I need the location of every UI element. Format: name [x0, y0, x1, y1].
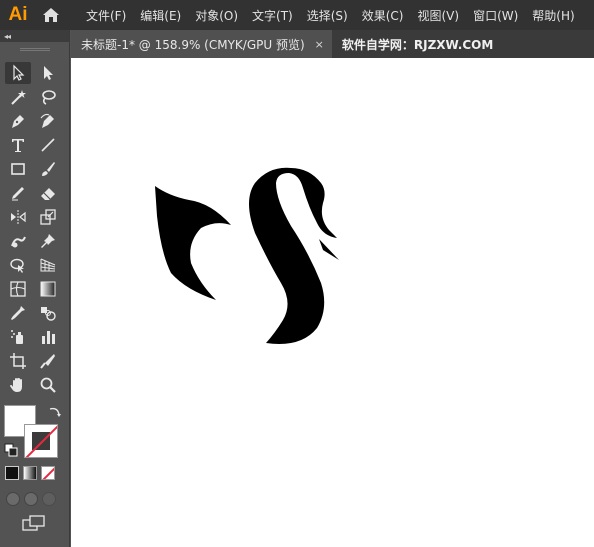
none-mode-button[interactable] — [41, 466, 55, 480]
color-mode-button[interactable] — [5, 466, 19, 480]
mesh-icon — [10, 281, 26, 297]
color-mode-buttons — [5, 466, 55, 480]
hand-tool[interactable] — [5, 374, 31, 396]
scale-tool[interactable] — [35, 206, 61, 228]
column-graph-tool[interactable] — [35, 326, 61, 348]
artboard-icon — [10, 353, 26, 369]
magnifier-icon — [40, 377, 56, 393]
app-logo: Ai — [8, 4, 28, 25]
curvature-pen-icon — [40, 113, 54, 128]
shaper-tool[interactable] — [5, 182, 31, 204]
swan-beak-shape[interactable] — [319, 239, 339, 260]
draw-behind-button[interactable] — [24, 492, 38, 506]
symbol-sprayer-tool[interactable] — [5, 326, 31, 348]
reflect-icon — [11, 210, 26, 224]
column-graph-icon — [42, 331, 55, 344]
swan-wing-shape[interactable] — [155, 186, 231, 300]
hand-icon — [10, 378, 22, 392]
gradient-tool[interactable] — [35, 278, 61, 300]
tools-panel: ◂◂ — [0, 30, 70, 547]
document-tab-label: 未标题-1* @ 158.9% (CMYK/GPU 预览) — [81, 37, 305, 52]
magic-wand-icon — [11, 90, 26, 105]
puppet-warp-tool[interactable] — [35, 230, 61, 252]
rectangle-icon — [11, 163, 25, 175]
shaper-pencil-icon — [12, 187, 24, 201]
screen-mode-icon[interactable] — [22, 515, 46, 531]
paintbrush-tool[interactable] — [35, 158, 61, 180]
swan-body-shape[interactable] — [249, 167, 337, 344]
mesh-tool[interactable] — [5, 278, 31, 300]
menu-window[interactable]: 窗口(W) — [473, 7, 518, 24]
magic-wand-tool[interactable] — [5, 86, 31, 108]
menu-object[interactable]: 对象(O) — [195, 7, 238, 24]
paintbrush-icon — [42, 162, 55, 176]
reflect-tool[interactable] — [5, 206, 31, 228]
watermark-label: 软件自学网：RJZXW.COM — [341, 37, 494, 52]
symbol-sprayer-icon — [11, 330, 23, 344]
slice-tool[interactable] — [35, 350, 61, 372]
direct-selection-arrow-icon — [44, 66, 53, 80]
lasso-icon — [42, 90, 56, 105]
warp-hand-icon — [11, 236, 26, 248]
type-tool[interactable] — [5, 134, 31, 156]
none-slash-icon — [25, 425, 57, 457]
home-button[interactable] — [36, 0, 66, 30]
blend-tool[interactable] — [35, 302, 61, 324]
knife-icon — [40, 354, 55, 369]
swap-fill-stroke-icon[interactable] — [48, 405, 62, 419]
line-segment-icon — [41, 138, 55, 152]
eraser-tool[interactable] — [35, 182, 61, 204]
panel-grip[interactable] — [0, 42, 69, 56]
draw-mode-buttons — [6, 492, 56, 506]
type-t-icon — [12, 139, 24, 152]
artboard-canvas[interactable] — [71, 58, 594, 547]
shape-builder-tool[interactable] — [5, 254, 31, 276]
menu-select[interactable]: 选择(S) — [307, 7, 348, 24]
fill-stroke-control — [4, 405, 66, 461]
draw-inside-button[interactable] — [42, 492, 56, 506]
selection-arrow-icon — [13, 64, 25, 81]
selection-tool[interactable] — [5, 62, 31, 84]
menu-list: 文件(F) 编辑(E) 对象(O) 文字(T) 选择(S) 效果(C) 视图(V… — [86, 7, 589, 24]
close-tab-button[interactable]: × — [315, 38, 324, 51]
perspective-grid-tool[interactable] — [35, 254, 61, 276]
gradient-mode-button[interactable] — [23, 466, 37, 480]
rectangle-tool[interactable] — [5, 158, 31, 180]
document-tab-bar: 未标题-1* @ 158.9% (CMYK/GPU 预览) × 软件自学网：RJ… — [71, 30, 594, 58]
pen-nib-icon — [12, 115, 24, 128]
draw-normal-button[interactable] — [6, 492, 20, 506]
pen-tool[interactable] — [5, 110, 31, 132]
scale-icon — [40, 209, 56, 225]
curvature-tool[interactable] — [35, 110, 61, 132]
menu-help[interactable]: 帮助(H) — [532, 7, 574, 24]
home-icon — [43, 8, 59, 22]
line-segment-tool[interactable] — [35, 134, 61, 156]
none-icon — [42, 467, 54, 479]
eyedropper-icon — [11, 306, 25, 320]
panel-collapse-button[interactable]: ◂◂ — [0, 30, 69, 42]
zoom-tool[interactable] — [35, 374, 61, 396]
menu-bar: Ai 文件(F) 编辑(E) 对象(O) 文字(T) 选择(S) 效果(C) 视… — [0, 0, 594, 30]
menu-type[interactable]: 文字(T) — [252, 7, 293, 24]
gradient-icon — [40, 281, 56, 297]
watermark-tab: 软件自学网：RJZXW.COM — [332, 30, 501, 58]
swan-artwork[interactable] — [71, 58, 594, 547]
lasso-tool[interactable] — [35, 86, 61, 108]
menu-effect[interactable]: 效果(C) — [362, 7, 404, 24]
menu-edit[interactable]: 编辑(E) — [140, 7, 181, 24]
warp-tool[interactable] — [5, 230, 31, 252]
document-tab[interactable]: 未标题-1* @ 158.9% (CMYK/GPU 预览) × — [71, 30, 332, 58]
menu-view[interactable]: 视图(V) — [417, 7, 459, 24]
menu-file[interactable]: 文件(F) — [86, 7, 126, 24]
shape-builder-icon — [10, 258, 24, 273]
pushpin-icon — [41, 234, 55, 248]
eyedropper-tool[interactable] — [5, 302, 31, 324]
stroke-swatch[interactable] — [24, 424, 58, 458]
default-fill-stroke-icon[interactable] — [4, 443, 18, 457]
blend-icon — [41, 307, 56, 321]
artboard-tool[interactable] — [5, 350, 31, 372]
direct-selection-tool[interactable] — [35, 62, 61, 84]
eraser-icon — [41, 188, 55, 200]
perspective-grid-icon — [40, 258, 56, 272]
